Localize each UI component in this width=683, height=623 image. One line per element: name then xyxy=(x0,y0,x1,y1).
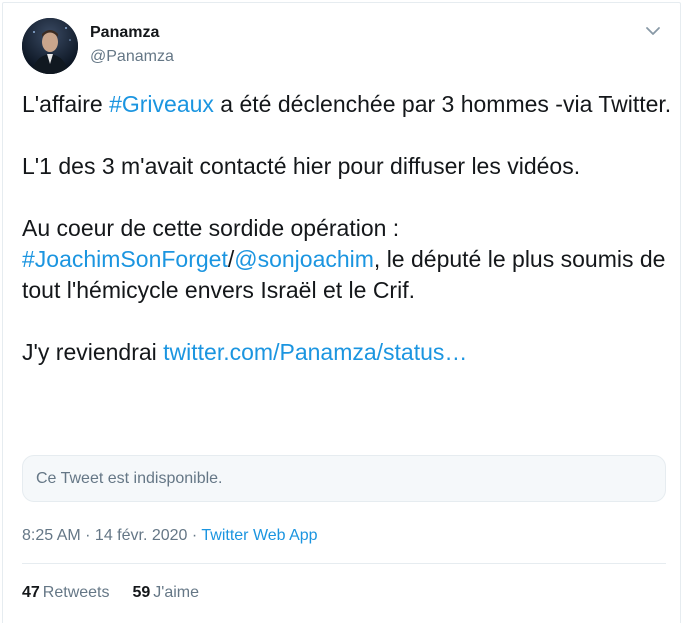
retweets-label: Retweets xyxy=(42,584,110,601)
tweet-paragraph: L'affaire #Griveaux a été déclenchée par… xyxy=(22,89,672,120)
status-link[interactable]: twitter.com/Panamza/status… xyxy=(163,339,467,365)
tweet-stats: 47 Retweets 59 J'aime xyxy=(22,584,199,602)
tweet-text-span: J'y reviendrai xyxy=(22,339,164,365)
tweet-text-span: L'affaire xyxy=(22,91,110,117)
tweet-text-span: Au coeur de cette sordide opération : xyxy=(22,215,400,241)
divider xyxy=(22,563,666,564)
chevron-down-icon[interactable] xyxy=(643,21,663,41)
display-name[interactable]: Panamza xyxy=(90,24,159,42)
user-handle[interactable]: @Panamza xyxy=(90,48,174,66)
tweet-time[interactable]: 8:25 AM xyxy=(22,527,81,544)
likes-stat[interactable]: 59 J'aime xyxy=(133,584,200,602)
tweet-paragraph: J'y reviendrai twitter.com/Panamza/statu… xyxy=(22,337,672,368)
tweet-source-link[interactable]: Twitter Web App xyxy=(201,527,317,544)
quoted-tweet-unavailable: Ce Tweet est indisponible. xyxy=(22,455,666,502)
tweet-text: L'affaire #Griveaux a été déclenchée par… xyxy=(22,89,672,368)
tweet-metadata: 8:25 AM · 14 févr. 2020 · Twitter Web Ap… xyxy=(22,527,318,545)
retweets-count: 47 xyxy=(22,584,40,601)
hashtag-joachimsonforget-link[interactable]: #JoachimSonForget xyxy=(22,246,228,272)
tweet-text-span: a été déclenchée par 3 hommes -via Twitt… xyxy=(213,91,672,117)
mention-sonjoachim-link[interactable]: @sonjoachim xyxy=(234,246,374,272)
tweet-card: Panamza @Panamza L'affaire #Griveaux a é… xyxy=(2,2,681,623)
likes-label: J'aime xyxy=(153,584,200,601)
tweet-paragraph: Au coeur de cette sordide opération : #Jo… xyxy=(22,213,672,306)
tweet-date[interactable]: 14 févr. 2020 xyxy=(95,527,188,544)
meta-separator: · xyxy=(187,527,202,544)
hashtag-griveaux-link[interactable]: #Griveaux xyxy=(109,91,214,117)
retweets-stat[interactable]: 47 Retweets xyxy=(22,584,110,602)
likes-count: 59 xyxy=(132,584,151,601)
tweet-paragraph: L'1 des 3 m'avait contacté hier pour dif… xyxy=(22,153,581,179)
meta-separator: · xyxy=(80,527,95,544)
avatar-image xyxy=(22,18,78,74)
unavailable-text: Ce Tweet est indisponible. xyxy=(36,470,223,487)
avatar[interactable] xyxy=(22,18,78,74)
